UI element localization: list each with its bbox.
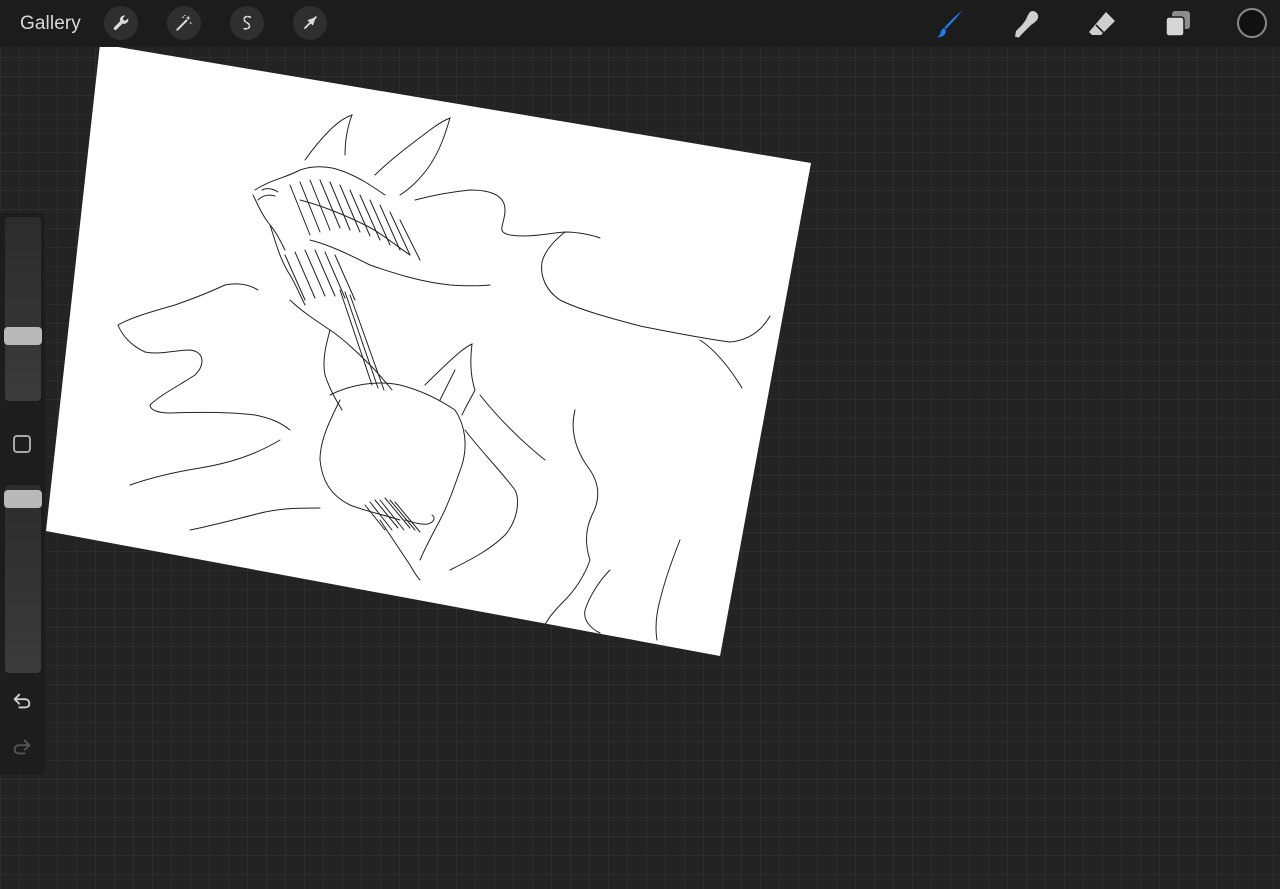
redo-button[interactable] (10, 735, 34, 759)
redo-arrow-icon (13, 739, 31, 755)
modify-button[interactable] (13, 435, 31, 453)
layers-button[interactable] (1160, 6, 1196, 42)
actions-button[interactable] (104, 6, 138, 40)
smudge-finger-icon (1015, 11, 1039, 38)
opacity-slider[interactable] (4, 485, 42, 673)
layers-icon (1165, 11, 1190, 37)
adjustments-button[interactable] (167, 6, 201, 40)
selection-s-icon (242, 15, 252, 30)
gallery-button[interactable]: Gallery (20, 12, 81, 36)
procreate-workspace: Gallery (0, 0, 1280, 889)
eraser-tool-button[interactable] (1084, 6, 1120, 42)
color-picker-button[interactable] (1237, 8, 1267, 38)
smudge-tool-button[interactable] (1008, 6, 1044, 42)
wrench-icon (113, 15, 129, 30)
brush-size-thumb[interactable] (4, 327, 42, 345)
drawing-canvas[interactable] (0, 0, 1280, 889)
brush-tool-button[interactable] (932, 6, 968, 42)
selection-button[interactable] (230, 6, 264, 40)
undo-button[interactable] (10, 689, 34, 713)
brush-icon (937, 11, 962, 38)
transform-button[interactable] (293, 6, 327, 40)
eraser-icon (1089, 12, 1115, 35)
opacity-thumb[interactable] (4, 490, 42, 508)
magic-wand-icon (176, 14, 192, 31)
brush-size-slider[interactable] (4, 217, 42, 401)
undo-arrow-icon (13, 693, 31, 709)
arrow-cursor-icon (304, 16, 317, 29)
left-sidebar (0, 213, 45, 775)
top-toolbar: Gallery (0, 0, 1280, 47)
